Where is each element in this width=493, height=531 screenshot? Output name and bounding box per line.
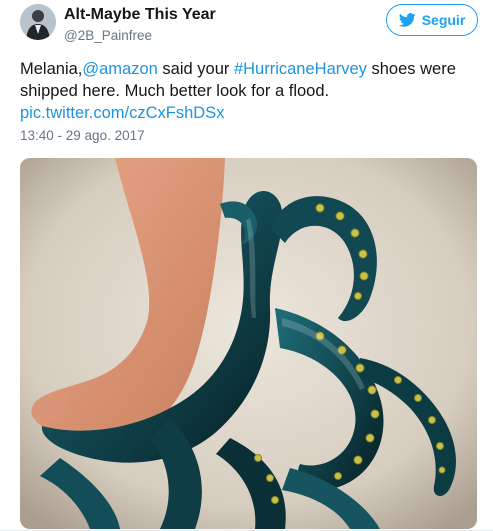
tweet-text-part: Melania, (20, 60, 83, 78)
tweet-text: Melania,@amazon said your #HurricaneHarv… (20, 58, 476, 124)
octopus-shoe-illustration (20, 158, 477, 529)
user-handle[interactable]: @2B_Painfree (64, 28, 152, 43)
mention-link[interactable]: @amazon (82, 60, 157, 78)
follow-button[interactable]: Seguir (386, 4, 478, 36)
tweet-media-image[interactable] (20, 158, 477, 529)
follow-button-label: Seguir (421, 12, 466, 28)
display-name[interactable]: Alt-Maybe This Year (64, 6, 216, 24)
avatar[interactable] (20, 4, 56, 40)
tweet-card: Alt-Maybe This Year @2B_Painfree Seguir … (0, 0, 493, 531)
tweet-timestamp[interactable]: 13:40 - 29 ago. 2017 (20, 128, 145, 143)
twitter-bird-icon (398, 13, 416, 27)
media-link[interactable]: pic.twitter.com/czCxFshDSx (20, 104, 224, 122)
hashtag-link[interactable]: #HurricaneHarvey (234, 60, 367, 78)
tweet-text-part: said your (157, 60, 234, 78)
